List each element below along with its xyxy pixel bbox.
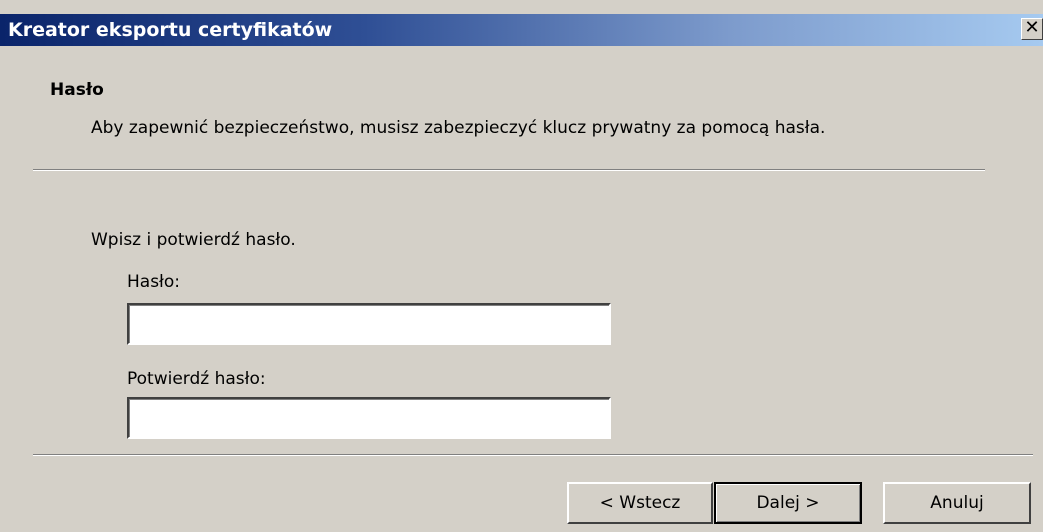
instruction-text: Wpisz i potwierdź hasło. [91, 230, 296, 250]
next-button[interactable]: Dalej > [714, 482, 862, 524]
page-description: Aby zapewnić bezpieczeństwo, musisz zabe… [91, 118, 826, 138]
export-wizard-window: Kreator eksportu certyfikatów ✕ Hasło Ab… [0, 0, 1043, 532]
confirm-password-input[interactable] [127, 397, 611, 439]
window-title: Kreator eksportu certyfikatów [8, 19, 333, 41]
close-button[interactable]: ✕ [1021, 18, 1043, 40]
header-divider [33, 169, 985, 171]
title-bar[interactable]: Kreator eksportu certyfikatów ✕ [0, 14, 1043, 46]
footer-divider [33, 454, 1033, 456]
page-title: Hasło [50, 80, 104, 100]
close-icon: ✕ [1024, 17, 1040, 38]
password-input[interactable] [127, 303, 611, 345]
confirm-password-label: Potwierdź hasło: [127, 369, 266, 389]
cancel-button[interactable]: Anuluj [883, 482, 1031, 524]
password-label: Hasło: [127, 272, 181, 292]
back-button[interactable]: < Wstecz [567, 482, 713, 524]
